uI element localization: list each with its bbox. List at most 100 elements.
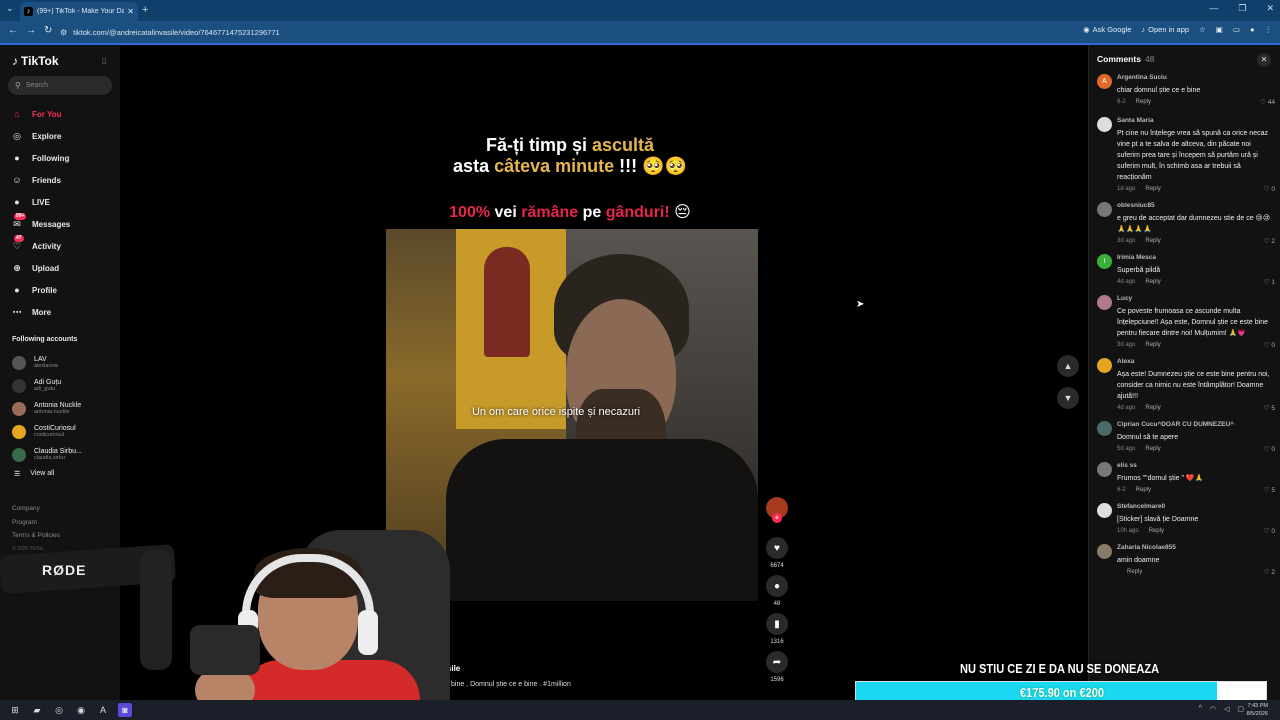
reply-button[interactable]: Reply	[1136, 99, 1151, 105]
following-account[interactable]: LAV alexlavsw	[12, 351, 82, 374]
maximize-icon[interactable]: ❐	[1238, 3, 1246, 14]
nav-item-for-you[interactable]: ⌂ For You	[10, 103, 70, 125]
app-a-icon[interactable]: A	[96, 703, 110, 717]
reply-button[interactable]: Reply	[1145, 446, 1160, 452]
comment-like-button[interactable]: ♡ 0	[1264, 527, 1275, 535]
notifications-icon[interactable]: ▢	[1237, 705, 1244, 713]
cast-icon[interactable]: ▭	[1233, 25, 1240, 34]
comment-like-button[interactable]: ♡ 2	[1264, 237, 1275, 245]
comment-username[interactable]: Irimia Mesca	[1117, 253, 1275, 263]
following-account[interactable]: Adi Guțu adi_gutu	[12, 374, 82, 397]
open-in-app-button[interactable]: ♪ Open in app	[1141, 25, 1189, 34]
back-icon[interactable]: ←	[8, 25, 18, 36]
bookmark-star-icon[interactable]: ☆	[1199, 25, 1206, 34]
browser-tab[interactable]: ♪ (99+) TikTok - Make Your Day ✕	[20, 2, 138, 21]
comments-list[interactable]: A Argentina Suciu chiar domnul știe ce e b…	[1097, 73, 1275, 576]
extensions-icon[interactable]: ▣	[1216, 25, 1223, 34]
new-tab-icon[interactable]: +	[142, 4, 148, 16]
search-input[interactable]: ⚲ Search	[8, 76, 112, 95]
avatar[interactable]	[1097, 202, 1112, 217]
next-video-button[interactable]: ▼	[1057, 387, 1079, 409]
start-icon[interactable]: ⊞	[8, 703, 22, 717]
footer-link-program[interactable]: Program	[12, 516, 60, 530]
avatar[interactable]	[1097, 295, 1112, 310]
comment-like-button[interactable]: ♡ 5	[1264, 404, 1275, 412]
tray-chevron-icon[interactable]: ^	[1199, 705, 1202, 713]
following-account[interactable]: Antonia Nuckle antonia.nuckle	[12, 397, 82, 420]
comment-username[interactable]: oblesniuc85	[1117, 201, 1275, 211]
comment-like-button[interactable]: ♡ 5	[1264, 486, 1275, 494]
comment-username[interactable]: elis ss	[1117, 461, 1275, 471]
avatar[interactable]	[1097, 117, 1112, 132]
footer-link-company[interactable]: Company	[12, 502, 60, 516]
tiktok-logo[interactable]: ♪ TikTok	[12, 54, 59, 68]
avatar[interactable]	[1097, 421, 1112, 436]
view-all-button[interactable]: ☰ View all	[14, 470, 54, 478]
file-explorer-icon[interactable]: ▰	[30, 703, 44, 717]
comment-username[interactable]: Ciprian Cucu^DOAR CU DUMNEZEU^	[1117, 420, 1275, 430]
tab-close-icon[interactable]: ✕	[127, 7, 134, 16]
comment-like-button[interactable]: ♡ 0	[1264, 341, 1275, 349]
comment-username[interactable]: Lucy	[1117, 294, 1275, 304]
discord-icon[interactable]: ◙	[118, 703, 132, 717]
avatar[interactable]: A	[1097, 74, 1112, 89]
previous-video-button[interactable]: ▲	[1057, 355, 1079, 377]
profile-avatar-icon[interactable]: ●	[1250, 25, 1255, 34]
nav-item-friends[interactable]: ☺ Friends	[10, 169, 70, 191]
reply-button[interactable]: Reply	[1136, 487, 1151, 493]
network-icon[interactable]: ◠	[1210, 705, 1216, 713]
reply-button[interactable]: Reply	[1145, 186, 1160, 192]
comment-username[interactable]: Santa Maria	[1117, 116, 1275, 126]
nav-item-profile[interactable]: ● Profile	[10, 279, 70, 301]
reply-button[interactable]: Reply	[1145, 342, 1160, 348]
comment-username[interactable]: Stefancelmare0	[1117, 502, 1275, 512]
following-account[interactable]: Claudia Sirbu... claudia.sirbu	[12, 443, 82, 466]
heart-icon[interactable]: ♥	[766, 537, 788, 559]
follow-plus-icon[interactable]: +	[772, 513, 782, 523]
nav-item-upload[interactable]: ⊕ Upload	[10, 257, 70, 279]
reply-button[interactable]: Reply	[1127, 569, 1142, 575]
reply-button[interactable]: Reply	[1149, 528, 1164, 534]
browser-menu-icon[interactable]: ⋮	[1265, 25, 1273, 34]
following-account[interactable]: CostiCuriosul costicuriosul	[12, 420, 82, 443]
nav-item-more[interactable]: ⋯ More	[10, 301, 70, 323]
minimize-icon[interactable]: —	[1209, 3, 1218, 14]
avatar[interactable]: I	[1097, 254, 1112, 269]
nav-item-following[interactable]: ● Following	[10, 147, 70, 169]
avatar[interactable]	[1097, 358, 1112, 373]
collapse-sidebar-icon[interactable]: ▯	[102, 56, 106, 65]
reply-button[interactable]: Reply	[1145, 238, 1160, 244]
share-icon[interactable]: ➦	[766, 651, 788, 673]
comment-icon[interactable]: ●	[766, 575, 788, 597]
nav-item-live[interactable]: ● LIVE	[10, 191, 70, 213]
comment-username[interactable]: Argentina Suciu	[1117, 73, 1275, 83]
volume-icon[interactable]: ◁	[1224, 705, 1229, 713]
nav-item-activity[interactable]: ♡ 47 Activity	[10, 235, 70, 257]
tab-menu-icon[interactable]: ⌄	[6, 3, 14, 14]
address-bar[interactable]: ⚙ tiktok.com/@andreicatalinvasile/video/…	[60, 24, 1060, 40]
avatar[interactable]	[1097, 503, 1112, 518]
forward-icon[interactable]: →	[26, 25, 36, 36]
close-window-icon[interactable]: ✕	[1266, 3, 1274, 14]
comment-like-button[interactable]: ♡ 0	[1264, 185, 1275, 193]
close-comments-button[interactable]: ✕	[1257, 53, 1271, 67]
reply-button[interactable]: Reply	[1145, 279, 1160, 285]
reload-icon[interactable]: ↻	[44, 25, 52, 36]
author-avatar[interactable]: +	[766, 497, 788, 523]
comment-like-button[interactable]: ♡ 2	[1264, 568, 1275, 576]
reply-button[interactable]: Reply	[1145, 405, 1160, 411]
nav-item-messages[interactable]: ✉ 99+ Messages	[10, 213, 70, 235]
nav-item-explore[interactable]: ◎ Explore	[10, 125, 70, 147]
comment-like-button[interactable]: ♡ 0	[1264, 445, 1275, 453]
bookmark-icon[interactable]: ▮	[766, 613, 788, 635]
comment-username[interactable]: Alexa	[1117, 357, 1275, 367]
taskbar-clock[interactable]: 7:43 PM 8/5/2026	[1247, 702, 1268, 718]
avatar[interactable]	[1097, 544, 1112, 559]
obs-icon[interactable]: ◎	[52, 703, 66, 717]
chrome-icon[interactable]: ◉	[74, 703, 88, 717]
avatar[interactable]	[1097, 462, 1112, 477]
comment-like-button[interactable]: ♡ 44	[1260, 98, 1275, 106]
comment-like-button[interactable]: ♡ 1	[1264, 278, 1275, 286]
site-info-icon[interactable]: ⚙	[60, 28, 67, 37]
ask-google-button[interactable]: ◉ Ask Google	[1083, 25, 1131, 34]
